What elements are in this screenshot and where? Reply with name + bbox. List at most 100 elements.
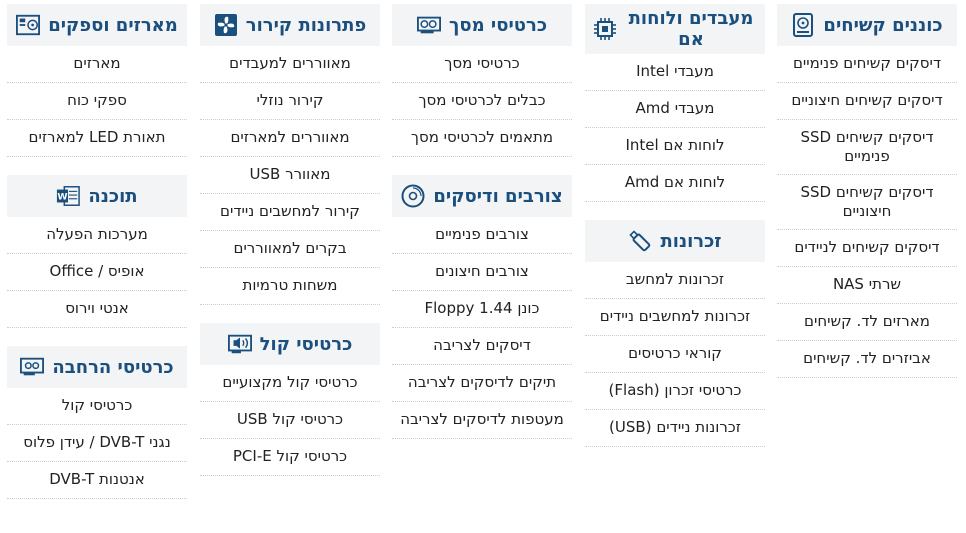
category-link-label[interactable]: קירור למחשבים ניידים [220, 202, 360, 220]
category-link[interactable]: אנטי וירוס [7, 291, 187, 328]
category-header[interactable]: זכרונות [585, 220, 765, 262]
category-link[interactable]: תאורת LED למארזים [7, 120, 187, 157]
category-link[interactable]: Floppy 1.44 כונן [392, 291, 572, 328]
category-link-label[interactable]: דיסקים קשיחים SSD חיצוניים [800, 183, 933, 220]
category-link-label[interactable]: כרטיסי זכרון (Flash) [609, 381, 742, 399]
category-link[interactable]: מאוורר USB [200, 157, 380, 194]
category-link[interactable]: כרטיסי מסך [392, 46, 572, 83]
category-link[interactable]: דיסקים לצריבה [392, 328, 572, 365]
category-link-label[interactable]: תאורת LED למארזים [29, 128, 166, 146]
category-link[interactable]: כרטיסי זכרון (Flash) [585, 373, 765, 410]
category-header[interactable]: כרטיסי קול [200, 323, 380, 365]
category-link-label[interactable]: משחות טרמיות [242, 276, 337, 294]
category-header[interactable]: תוכנה W [7, 175, 187, 217]
category-link[interactable]: מתאמים לכרטיסי מסך [392, 120, 572, 157]
category-link-label[interactable]: נגני DVB-T / עידן פלוס [23, 433, 170, 451]
category-link-label[interactable]: קירור נוזלי [257, 91, 324, 109]
category-link-label[interactable]: כרטיסי קול [62, 396, 133, 414]
category-link[interactable]: קירור נוזלי [200, 83, 380, 120]
category-link[interactable]: מעטפות לדיסקים לצריבה [392, 402, 572, 439]
category-link[interactable]: מאווררים למארזים [200, 120, 380, 157]
category-link[interactable]: שרתי NAS [777, 267, 957, 304]
category-header[interactable]: כרטיסי הרחבה [7, 346, 187, 388]
category-header[interactable]: מעבדים ולוחות אם [585, 4, 765, 54]
category-link-label[interactable]: אנטי וירוס [65, 299, 129, 317]
category-link-label[interactable]: כרטיסי קול מקצועיים [222, 373, 357, 391]
category-link-label[interactable]: מארזים לד. קשיחים [804, 312, 930, 330]
category-title[interactable]: תוכנה [88, 186, 137, 207]
category-link[interactable]: דיסקים קשיחים חיצוניים [777, 83, 957, 120]
category-link[interactable]: דיסקים קשיחים SSD חיצוניים [777, 175, 957, 230]
category-link[interactable]: אופיס / Office [7, 254, 187, 291]
category-link-label[interactable]: דיסקים קשיחים פנימיים [793, 54, 941, 72]
category-link-label[interactable]: מעבדי Amd [636, 99, 715, 117]
category-link[interactable]: לוחות אם Amd [585, 165, 765, 202]
category-link-label[interactable]: מאווררים למארזים [230, 128, 349, 146]
category-link[interactable]: מעבדי Amd [585, 91, 765, 128]
category-link-label[interactable]: מאוורר USB [250, 165, 331, 183]
category-link-label[interactable]: מעבדי Intel [636, 62, 714, 80]
category-link[interactable]: כרטיסי קול [7, 388, 187, 425]
category-title[interactable]: כרטיסי מסך [449, 15, 547, 36]
category-link[interactable]: כרטיסי קול מקצועיים [200, 365, 380, 402]
category-link-label[interactable]: דיסקים לצריבה [433, 336, 531, 354]
category-link-label[interactable]: מאווררים למעבדים [229, 54, 351, 72]
category-link-label[interactable]: ספקי כוח [67, 91, 127, 109]
category-link[interactable]: דיסקים קשיחים לניידים [777, 230, 957, 267]
category-title[interactable]: צורבים ודיסקים [433, 186, 562, 207]
category-title[interactable]: כרטיסי קול [260, 334, 353, 355]
category-header[interactable]: מארזים וספקים [7, 4, 187, 46]
category-link-label[interactable]: דיסקים קשיחים לניידים [794, 238, 939, 256]
category-link[interactable]: צורבים חיצונים [392, 254, 572, 291]
category-link[interactable]: זכרונות ניידים (USB) [585, 410, 765, 447]
category-link[interactable]: מארזים לד. קשיחים [777, 304, 957, 341]
category-title[interactable]: מעבדים ולוחות אם [625, 8, 757, 50]
category-title[interactable]: מארזים וספקים [48, 15, 178, 36]
category-link[interactable]: אנטנות DVB-T [7, 462, 187, 499]
category-link-label[interactable]: כבלים לכרטיסי מסך [418, 91, 545, 109]
category-link-label[interactable]: צורבים פנימיים [435, 225, 529, 243]
category-link[interactable]: אביזרים לד. קשיחים [777, 341, 957, 378]
category-link[interactable]: דיסקים קשיחים פנימיים [777, 46, 957, 83]
category-link-label[interactable]: אופיס / Office [50, 262, 145, 280]
category-link[interactable]: זכרונות למחשב [585, 262, 765, 299]
category-title[interactable]: כרטיסי הרחבה [52, 357, 173, 378]
category-title[interactable]: פתרונות קירור [246, 15, 366, 36]
category-link-label[interactable]: בקרים למאווררים [233, 239, 346, 257]
category-link[interactable]: דיסקים קשיחים SSD פנימיים [777, 120, 957, 175]
category-link-label[interactable]: תיקים לדיסקים לצריבה [408, 373, 556, 391]
category-link-label[interactable]: מערכות הפעלה [46, 225, 148, 243]
category-link-label[interactable]: כרטיסי קול PCI-E [233, 447, 347, 465]
category-link-label[interactable]: מארזים [73, 54, 120, 72]
category-link-label[interactable]: זכרונות ניידים (USB) [609, 418, 741, 436]
category-link[interactable]: משחות טרמיות [200, 268, 380, 305]
category-header[interactable]: כוננים קשיחים [777, 4, 957, 46]
category-link[interactable]: מערכות הפעלה [7, 217, 187, 254]
category-link[interactable]: כבלים לכרטיסי מסך [392, 83, 572, 120]
category-link-label[interactable]: מעטפות לדיסקים לצריבה [400, 410, 564, 428]
category-link[interactable]: מארזים [7, 46, 187, 83]
category-header[interactable]: כרטיסי מסך [392, 4, 572, 46]
category-link-label[interactable]: צורבים חיצונים [435, 262, 529, 280]
category-link-label[interactable]: דיסקים קשיחים SSD פנימיים [800, 128, 933, 165]
category-link-label[interactable]: זכרונות למחשבים ניידים [600, 307, 751, 325]
category-link[interactable]: מאווררים למעבדים [200, 46, 380, 83]
category-link[interactable]: מעבדי Intel [585, 54, 765, 91]
category-link-label[interactable]: זכרונות למחשב [626, 270, 724, 288]
category-link[interactable]: ספקי כוח [7, 83, 187, 120]
category-title[interactable]: כוננים קשיחים [823, 15, 942, 36]
category-header[interactable]: פתרונות קירור [200, 4, 380, 46]
category-link-label[interactable]: לוחות אם Amd [625, 173, 725, 191]
category-link-label[interactable]: לוחות אם Intel [625, 136, 724, 154]
category-link[interactable]: צורבים פנימיים [392, 217, 572, 254]
category-link-label[interactable]: אנטנות DVB-T [49, 470, 145, 488]
category-link[interactable]: קוראי כרטיסים [585, 336, 765, 373]
category-link[interactable]: קירור למחשבים ניידים [200, 194, 380, 231]
category-link-label[interactable]: אביזרים לד. קשיחים [803, 349, 931, 367]
category-title[interactable]: זכרונות [660, 231, 721, 252]
category-link-label[interactable]: כרטיסי קול USB [237, 410, 343, 428]
category-link[interactable]: לוחות אם Intel [585, 128, 765, 165]
category-link[interactable]: בקרים למאווררים [200, 231, 380, 268]
category-link[interactable]: נגני DVB-T / עידן פלוס [7, 425, 187, 462]
category-link-label[interactable]: כרטיסי מסך [444, 54, 519, 72]
